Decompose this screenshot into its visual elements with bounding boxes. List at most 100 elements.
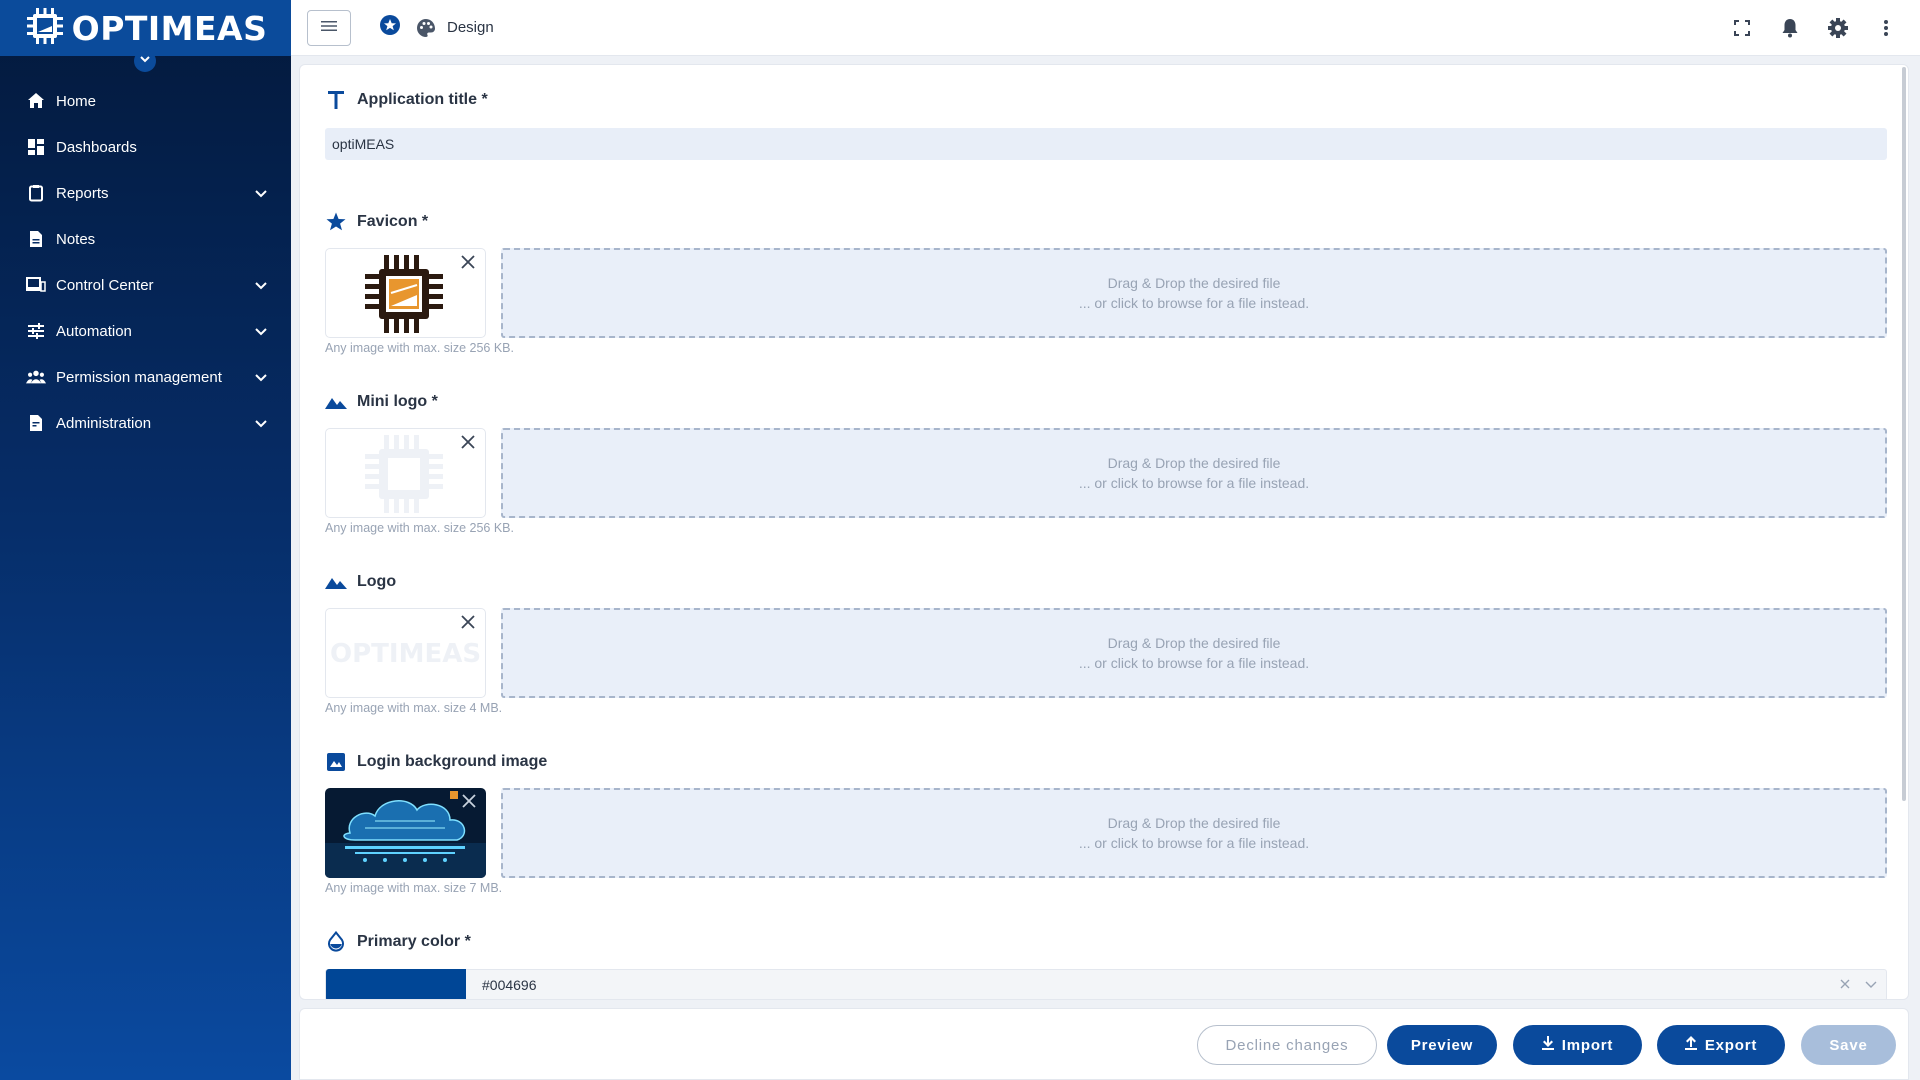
close-icon (1840, 976, 1850, 994)
login-bg-label: Login background image (357, 753, 548, 770)
star-icon (325, 211, 347, 233)
clipboard-icon (26, 183, 46, 203)
sidebar-item-control-center[interactable]: Control Center (0, 262, 291, 308)
mini-logo-dropzone[interactable]: Drag & Drop the desired file ... or clic… (501, 428, 1887, 518)
login-bg-dropzone[interactable]: Drag & Drop the desired file ... or clic… (501, 788, 1887, 878)
mini-logo-hint: Any image with max. size 256 KB. (325, 521, 514, 535)
collapse-toggle[interactable] (134, 50, 156, 72)
brand-name: OPTIMEAS (71, 8, 268, 48)
clear-color-button[interactable] (1834, 974, 1856, 996)
sidebar-item-reports[interactable]: Reports (0, 170, 291, 216)
logo-dropzone[interactable]: Drag & Drop the desired file ... or clic… (501, 608, 1887, 698)
login-bg-hint: Any image with max. size 7 MB. (325, 881, 503, 895)
sidebar-item-dashboards[interactable]: Dashboards (0, 124, 291, 170)
import-button-label: Import (1561, 1036, 1614, 1054)
login-bg-heading: Login background image (325, 751, 547, 773)
dropzone-line2: ... or click to browse for a file instea… (1078, 475, 1310, 491)
chevron-down-icon (253, 277, 269, 293)
dropzone-line1: Drag & Drop the desired file (1107, 815, 1281, 831)
sliders-icon (26, 321, 46, 341)
logo-image-text: OPTIMEAS (330, 639, 482, 669)
mini-logo-label: Mini logo * (357, 393, 438, 410)
favorite-star-button[interactable] (379, 14, 401, 41)
image-icon (325, 751, 347, 773)
scrollbar[interactable] (1902, 67, 1906, 801)
breadcrumb-current: Design (447, 19, 494, 36)
chevron-down-icon (1865, 976, 1877, 994)
logo-preview: OPTIMEAS (325, 608, 486, 698)
export-button-label: Export (1704, 1036, 1758, 1054)
dropzone-line1: Drag & Drop the desired file (1107, 275, 1281, 291)
sidebar-item-administration[interactable]: Administration (0, 400, 291, 446)
text-format-icon (325, 89, 347, 111)
sidebar-item-home[interactable]: Home (0, 78, 291, 124)
decline-changes-button[interactable]: Decline changes (1197, 1025, 1377, 1065)
brand-header[interactable]: OPTIMEAS (0, 0, 291, 72)
remove-logo-button[interactable] (459, 614, 477, 633)
color-drop-icon (325, 931, 347, 953)
remove-favicon-button[interactable] (459, 254, 477, 273)
import-button[interactable]: Import (1513, 1025, 1642, 1065)
preview-button[interactable]: Preview (1387, 1025, 1497, 1065)
remove-login-bg-button[interactable] (460, 793, 478, 813)
download-icon (1541, 1036, 1554, 1054)
logo-hint: Any image with max. size 4 MB. (325, 701, 503, 715)
sidebar-item-label: Automation (56, 322, 132, 340)
dropzone-line2: ... or click to browse for a file instea… (1078, 655, 1310, 671)
sidebar-item-label: Administration (56, 414, 152, 432)
sidebar-item-label: Control Center (56, 276, 154, 294)
sidebar-item-permission-management[interactable]: Permission management (0, 354, 291, 400)
primary-color-label: Primary color * (357, 933, 471, 950)
admin-file-icon (26, 413, 46, 433)
primary-color-heading: Primary color * (325, 931, 471, 953)
save-button[interactable]: Save (1801, 1025, 1896, 1065)
people-icon (26, 367, 46, 387)
sidebar-item-label: Dashboards (56, 138, 137, 156)
mini-logo-image (359, 429, 449, 517)
chevron-down-icon (139, 52, 151, 70)
more-vertical-icon[interactable] (1862, 4, 1910, 52)
sidebar: OPTIMEAS Home Dashboards Reports Notes C… (0, 0, 291, 1080)
remove-mini-logo-button[interactable] (459, 434, 477, 454)
palette-icon (415, 17, 437, 39)
color-swatch[interactable] (326, 969, 466, 999)
dropzone-line1: Drag & Drop the desired file (1107, 455, 1281, 471)
menu-toggle-button[interactable] (307, 9, 351, 46)
login-bg-preview (325, 788, 486, 878)
sidebar-item-automation[interactable]: Automation (0, 308, 291, 354)
app-title-label: Application title * (357, 91, 488, 108)
app-title-input[interactable] (325, 128, 1887, 160)
favicon-dropzone[interactable]: Drag & Drop the desired file ... or clic… (501, 248, 1887, 338)
star-badge-icon (379, 14, 401, 41)
mini-logo-preview (325, 428, 486, 518)
devices-icon (26, 275, 46, 295)
upload-icon (1684, 1036, 1697, 1054)
sidebar-item-label: Notes (56, 230, 96, 248)
primary-color-value[interactable]: #004696 (482, 977, 1834, 993)
favicon-label: Favicon * (357, 213, 429, 230)
home-icon (26, 91, 46, 111)
favicon-preview (325, 248, 486, 338)
mountain-icon (325, 391, 347, 413)
dashboard-icon (26, 137, 46, 157)
app-title-heading: Application title * (325, 89, 488, 111)
mini-logo-heading: Mini logo * (325, 391, 438, 413)
primary-color-picker[interactable]: #004696 (325, 969, 1887, 999)
bell-icon[interactable] (1766, 4, 1814, 52)
logo-label: Logo (357, 573, 397, 590)
sidebar-nav: Home Dashboards Reports Notes Control Ce… (0, 78, 291, 446)
close-icon (462, 793, 476, 813)
gear-icon[interactable] (1814, 4, 1862, 52)
topbar-actions (1718, 0, 1910, 56)
sidebar-item-notes[interactable]: Notes (0, 216, 291, 262)
favicon-chip-image (359, 249, 449, 337)
fullscreen-icon[interactable] (1718, 4, 1766, 52)
chip-logo-icon (24, 5, 66, 52)
chevron-down-icon (253, 369, 269, 385)
color-dropdown-toggle[interactable] (1860, 974, 1882, 996)
sidebar-item-label: Reports (56, 184, 109, 202)
export-button[interactable]: Export (1657, 1025, 1785, 1065)
dropzone-line2: ... or click to browse for a file instea… (1078, 835, 1310, 851)
close-icon (461, 434, 475, 454)
dropzone-line2: ... or click to browse for a file instea… (1078, 295, 1310, 311)
